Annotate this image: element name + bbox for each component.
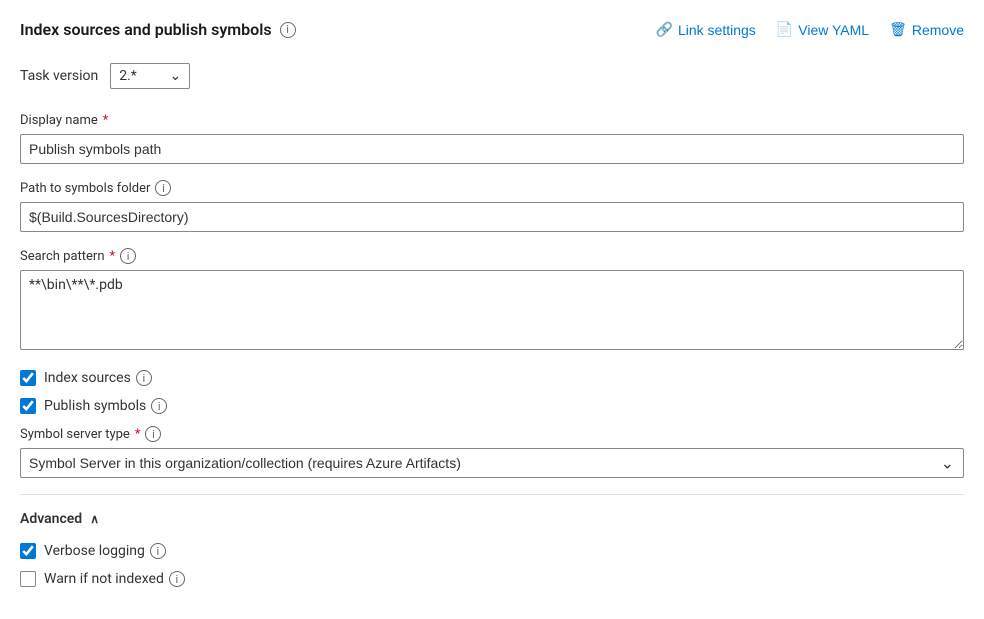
symbol-server-type-info-icon[interactable]: i <box>145 426 161 442</box>
display-name-input[interactable] <box>20 134 964 164</box>
publish-symbols-info-icon[interactable]: i <box>151 398 167 414</box>
yaml-icon: 📄 <box>776 21 793 38</box>
display-name-label: Display name * <box>20 113 964 128</box>
warn-not-indexed-checkbox[interactable] <box>20 571 36 587</box>
task-version-value: 2.* <box>119 68 137 84</box>
symbol-server-type-group: Symbol server type * i Symbol Server in … <box>20 426 964 478</box>
path-symbols-input[interactable] <box>20 202 964 232</box>
display-name-required: * <box>103 113 109 128</box>
warn-not-indexed-row: Warn if not indexed i <box>20 571 964 587</box>
index-sources-row: Index sources i <box>20 370 964 386</box>
header-actions: 🔗 Link settings 📄 View YAML 🗑 Remove <box>656 21 964 38</box>
symbol-server-type-select[interactable]: Symbol Server in this organization/colle… <box>20 448 964 478</box>
search-pattern-group: Search pattern * i **\bin\**\*.pdb <box>20 248 964 354</box>
verbose-logging-info-icon[interactable]: i <box>150 543 166 559</box>
warn-not-indexed-info-icon[interactable]: i <box>169 571 185 587</box>
page-title: Index sources and publish symbols <box>20 20 272 39</box>
view-yaml-button[interactable]: 📄 View YAML <box>776 21 869 38</box>
link-settings-button[interactable]: 🔗 Link settings <box>656 21 756 38</box>
publish-symbols-label[interactable]: Publish symbols i <box>44 398 167 414</box>
index-sources-info-icon[interactable]: i <box>136 370 152 386</box>
publish-symbols-row: Publish symbols i <box>20 398 964 414</box>
search-pattern-label: Search pattern * i <box>20 248 964 264</box>
search-pattern-textarea[interactable]: **\bin\**\*.pdb <box>20 270 964 350</box>
task-version-select[interactable]: 2.* ⌄ <box>110 63 190 89</box>
path-symbols-group: Path to symbols folder i <box>20 180 964 232</box>
path-symbols-label: Path to symbols folder i <box>20 180 964 196</box>
symbol-server-type-label: Symbol server type * i <box>20 426 964 442</box>
index-sources-checkbox[interactable] <box>20 370 36 386</box>
search-pattern-required: * <box>110 249 116 264</box>
page-header: Index sources and publish symbols i 🔗 Li… <box>20 20 964 39</box>
header-left: Index sources and publish symbols i <box>20 20 296 39</box>
warn-not-indexed-label[interactable]: Warn if not indexed i <box>44 571 185 587</box>
verbose-logging-label[interactable]: Verbose logging i <box>44 543 166 559</box>
advanced-header[interactable]: Advanced ∧ <box>20 511 964 527</box>
task-version-chevron: ⌄ <box>169 68 181 84</box>
search-pattern-info-icon[interactable]: i <box>120 248 136 264</box>
link-icon: 🔗 <box>656 21 673 38</box>
verbose-logging-checkbox[interactable] <box>20 543 36 559</box>
advanced-chevron-icon: ∧ <box>90 512 99 526</box>
display-name-group: Display name * <box>20 113 964 164</box>
publish-symbols-checkbox[interactable] <box>20 398 36 414</box>
title-info-icon[interactable]: i <box>280 22 296 38</box>
task-version-row: Task version 2.* ⌄ <box>20 63 964 89</box>
symbol-server-required: * <box>135 427 141 442</box>
symbol-server-type-wrapper: Symbol Server in this organization/colle… <box>20 448 964 478</box>
verbose-logging-row: Verbose logging i <box>20 543 964 559</box>
index-sources-label[interactable]: Index sources i <box>44 370 152 386</box>
remove-icon: 🗑 <box>889 21 907 38</box>
task-version-label: Task version <box>20 68 98 84</box>
remove-button[interactable]: 🗑 Remove <box>889 21 964 38</box>
path-symbols-info-icon[interactable]: i <box>155 180 171 196</box>
advanced-divider <box>20 494 964 495</box>
